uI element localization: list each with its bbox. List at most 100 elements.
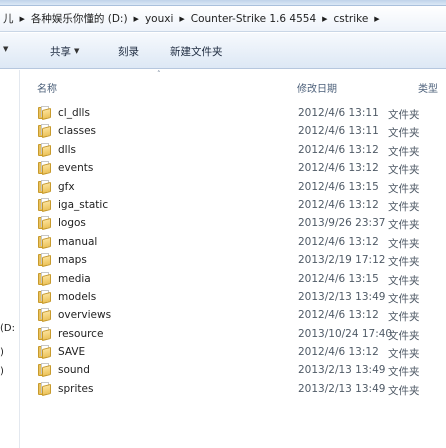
file-type: 文件夹 bbox=[388, 237, 420, 250]
file-type: 文件夹 bbox=[388, 274, 420, 287]
file-type: 文件夹 bbox=[388, 292, 420, 305]
file-row[interactable]: models 2013/2/13 13:49 文件夹 bbox=[20, 288, 446, 306]
file-type: 文件夹 bbox=[388, 384, 420, 397]
file-name: classes bbox=[58, 125, 96, 138]
nav-item-drive[interactable]: (D: bbox=[0, 323, 15, 334]
file-list: cl_dlls 2012/4/6 13:11 文件夹 classes 2012/4/6 … bbox=[20, 104, 446, 398]
file-row[interactable]: sound 2013/2/13 13:49 文件夹 bbox=[20, 361, 446, 379]
file-date: 2012/4/6 13:12 bbox=[298, 198, 379, 211]
file-name: models bbox=[58, 290, 97, 303]
breadcrumb-cstrike[interactable]: cstrike bbox=[331, 13, 372, 25]
nav-item[interactable]: ) bbox=[0, 366, 4, 377]
folder-icon bbox=[38, 345, 52, 360]
file-date: 2012/4/6 13:11 bbox=[298, 125, 379, 138]
folder-icon bbox=[38, 216, 52, 231]
folder-icon bbox=[38, 197, 52, 213]
file-name: manual bbox=[58, 235, 98, 248]
file-type: 文件夹 bbox=[388, 200, 420, 213]
file-date: 2012/4/6 13:12 bbox=[298, 309, 379, 322]
folder-icon bbox=[38, 381, 52, 396]
file-date: 2013/9/26 23:37 bbox=[298, 217, 386, 230]
nav-item[interactable]: ) bbox=[0, 347, 4, 358]
share-button[interactable]: 共享 ▼ bbox=[50, 40, 79, 62]
folder-icon bbox=[38, 308, 52, 323]
sort-ascending-icon: ˄ bbox=[157, 70, 161, 78]
folder-icon bbox=[38, 179, 52, 194]
file-type: 文件夹 bbox=[388, 348, 420, 361]
file-name: sprites bbox=[58, 382, 94, 395]
new-folder-label: 新建文件夹 bbox=[170, 45, 223, 58]
file-row[interactable]: manual 2012/4/6 13:12 文件夹 bbox=[20, 233, 446, 251]
file-row[interactable]: SAVE 2012/4/6 13:12 文件夹 bbox=[20, 343, 446, 361]
folder-icon bbox=[38, 142, 52, 157]
file-row[interactable]: iga_static 2012/4/6 13:12 文件夹 bbox=[20, 196, 446, 214]
folder-icon bbox=[38, 326, 52, 341]
folder-icon bbox=[38, 124, 52, 139]
folder-icon bbox=[38, 161, 52, 176]
file-name: sound bbox=[58, 364, 90, 377]
file-date: 2013/2/13 13:49 bbox=[298, 382, 386, 395]
file-row[interactable]: classes 2012/4/6 13:11 文件夹 bbox=[20, 122, 446, 140]
command-toolbar: ▼ 共享 ▼ 刻录 新建文件夹 bbox=[0, 33, 446, 69]
file-name: media bbox=[58, 272, 91, 285]
file-row[interactable]: gfx 2012/4/6 13:15 文件夹 bbox=[20, 178, 446, 196]
breadcrumb-prefix[interactable]: 儿 bbox=[0, 11, 17, 26]
file-row[interactable]: sprites 2013/2/13 13:49 文件夹 bbox=[20, 380, 446, 398]
file-row[interactable]: cl_dlls 2012/4/6 13:11 文件夹 bbox=[20, 104, 446, 122]
chevron-down-icon[interactable]: ▼ bbox=[3, 45, 8, 53]
file-name: events bbox=[58, 162, 94, 175]
file-date: 2013/10/24 17:40 bbox=[298, 327, 393, 340]
folder-icon bbox=[38, 363, 52, 378]
file-type: 文件夹 bbox=[388, 329, 420, 342]
burn-label: 刻录 bbox=[118, 45, 139, 58]
file-type: 文件夹 bbox=[388, 182, 420, 195]
file-name: SAVE bbox=[58, 346, 86, 359]
file-row[interactable]: maps 2013/2/19 17:12 文件夹 bbox=[20, 251, 446, 269]
column-header-name[interactable]: 名称 bbox=[37, 80, 57, 95]
file-row[interactable]: logos 2013/9/26 23:37 文件夹 bbox=[20, 214, 446, 232]
file-date: 2012/4/6 13:12 bbox=[298, 162, 379, 175]
file-date: 2012/4/6 13:15 bbox=[298, 180, 379, 193]
column-header-date[interactable]: 修改日期 bbox=[297, 80, 337, 95]
file-name: cl_dlls bbox=[58, 107, 90, 119]
column-header-type[interactable]: 类型 bbox=[418, 80, 438, 95]
file-row[interactable]: media 2012/4/6 13:15 文件夹 bbox=[20, 270, 446, 288]
file-date: 2012/4/6 13:15 bbox=[298, 272, 379, 285]
folder-icon bbox=[38, 289, 52, 305]
breadcrumb-separator-icon[interactable]: ▶ bbox=[176, 15, 187, 23]
breadcrumb-drive[interactable]: 各种娱乐你懂的 (D:) bbox=[28, 11, 131, 26]
folder-icon bbox=[38, 271, 52, 286]
file-row[interactable]: resource 2013/10/24 17:40 文件夹 bbox=[20, 325, 446, 343]
file-type: 文件夹 bbox=[388, 145, 420, 158]
breadcrumb-counter-strike[interactable]: Counter-Strike 1.6 4554 bbox=[188, 13, 319, 25]
file-type: 文件夹 bbox=[388, 219, 420, 232]
breadcrumb-separator-icon[interactable]: ▶ bbox=[371, 15, 382, 23]
file-name: overviews bbox=[58, 309, 112, 322]
breadcrumb-separator-icon[interactable]: ▶ bbox=[131, 15, 142, 23]
file-type: 文件夹 bbox=[388, 256, 420, 269]
breadcrumb-separator-icon[interactable]: ▶ bbox=[319, 15, 330, 23]
file-type: 文件夹 bbox=[388, 164, 420, 177]
file-date: 2012/4/6 13:12 bbox=[298, 346, 379, 359]
breadcrumb-youxi[interactable]: youxi bbox=[142, 13, 176, 25]
file-date: 2012/4/6 13:11 bbox=[298, 107, 379, 119]
file-row[interactable]: overviews 2012/4/6 13:12 文件夹 bbox=[20, 306, 446, 324]
file-type: 文件夹 bbox=[388, 311, 420, 324]
folder-icon bbox=[38, 253, 52, 268]
file-name: maps bbox=[58, 254, 87, 267]
new-folder-button[interactable]: 新建文件夹 bbox=[170, 40, 223, 62]
navigation-pane[interactable]: (D: ) ) bbox=[0, 70, 20, 448]
breadcrumb-separator-icon[interactable]: ▶ bbox=[17, 15, 28, 23]
address-bar[interactable]: 儿 ▶ 各种娱乐你懂的 (D:) ▶ youxi ▶ Counter-Strik… bbox=[0, 6, 446, 32]
file-date: 2013/2/13 13:49 bbox=[298, 290, 386, 303]
file-row[interactable]: events 2012/4/6 13:12 文件夹 bbox=[20, 159, 446, 177]
folder-icon bbox=[38, 106, 52, 121]
file-date: 2013/2/19 17:12 bbox=[298, 254, 386, 267]
file-date: 2012/4/6 13:12 bbox=[298, 235, 379, 248]
file-name: gfx bbox=[58, 180, 75, 193]
file-row[interactable]: dlls 2012/4/6 13:12 文件夹 bbox=[20, 141, 446, 159]
file-date: 2012/4/6 13:12 bbox=[298, 143, 379, 156]
file-date: 2013/2/13 13:49 bbox=[298, 364, 386, 377]
burn-button[interactable]: 刻录 bbox=[118, 40, 139, 62]
file-type: 文件夹 bbox=[388, 366, 420, 379]
